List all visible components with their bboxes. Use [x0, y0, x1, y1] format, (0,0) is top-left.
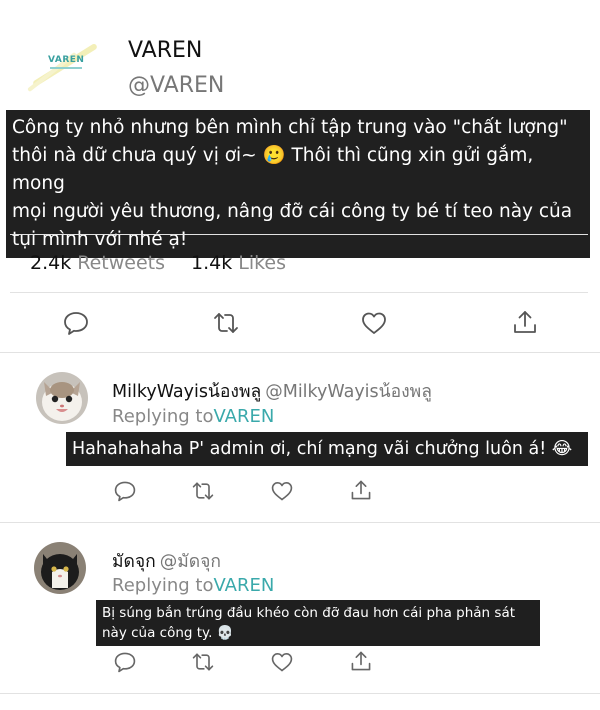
reply-author-name[interactable]: MilkyWayisน้องพลู [112, 382, 261, 402]
author-name[interactable]: VAREN [128, 38, 202, 63]
divider [0, 693, 600, 694]
replying-prefix: Replying to [112, 406, 214, 427]
tweet-stats: 2.4k Retweets 1.4k Likes [30, 252, 312, 274]
reply-author[interactable]: มัดจุก @มัดจุก [112, 547, 221, 575]
logo-text: VAREN [48, 55, 85, 65]
share-icon[interactable] [349, 478, 373, 502]
likes-count: 1.4k [191, 252, 233, 274]
retweet-icon[interactable] [191, 650, 215, 674]
author-handle[interactable]: @VAREN [128, 73, 224, 98]
reply-text: Bị súng bắn trúng đầu khéo còn đỡ đau hơ… [96, 600, 540, 646]
divider [0, 522, 600, 523]
heart-icon[interactable] [270, 479, 294, 503]
reply-text: Hahahahaha P' admin ơi, chí mạng vãi chư… [66, 432, 588, 466]
retweet-icon[interactable] [191, 479, 215, 503]
replying-to: Replying toVAREN [112, 575, 274, 596]
share-icon[interactable] [349, 649, 373, 673]
author-avatar-logo[interactable]: VAREN [22, 36, 106, 98]
reply-author-handle[interactable]: @MilkyWayisน้องพลู [265, 382, 432, 402]
replying-target-link[interactable]: VAREN [213, 575, 274, 596]
retweet-icon[interactable] [212, 309, 240, 337]
replying-to: Replying toVAREN [112, 406, 274, 427]
share-icon[interactable] [511, 308, 539, 336]
reply-avatar[interactable] [36, 372, 88, 424]
replying-prefix: Replying to [112, 575, 214, 596]
tweet-text: Công ty nhỏ nhưng bên mình chỉ tập trung… [6, 110, 590, 258]
speech-bubble-icon[interactable] [62, 309, 90, 337]
divider [10, 234, 588, 235]
divider [0, 352, 600, 353]
reply-author-handle[interactable]: @มัดจุก [160, 552, 221, 572]
speech-bubble-icon[interactable] [113, 479, 137, 503]
retweets-label[interactable]: Retweets [77, 252, 165, 274]
retweets-count: 2.4k [30, 252, 72, 274]
reply-author-name[interactable]: มัดจุก [112, 552, 156, 572]
likes-label[interactable]: Likes [238, 252, 286, 274]
heart-icon[interactable] [360, 309, 388, 337]
speech-bubble-icon[interactable] [113, 650, 137, 674]
replying-target-link[interactable]: VAREN [213, 406, 274, 427]
divider [10, 292, 588, 293]
heart-icon[interactable] [270, 650, 294, 674]
reply-author[interactable]: MilkyWayisน้องพลู @MilkyWayisน้องพลู [112, 377, 432, 405]
reply-avatar[interactable] [34, 542, 86, 594]
